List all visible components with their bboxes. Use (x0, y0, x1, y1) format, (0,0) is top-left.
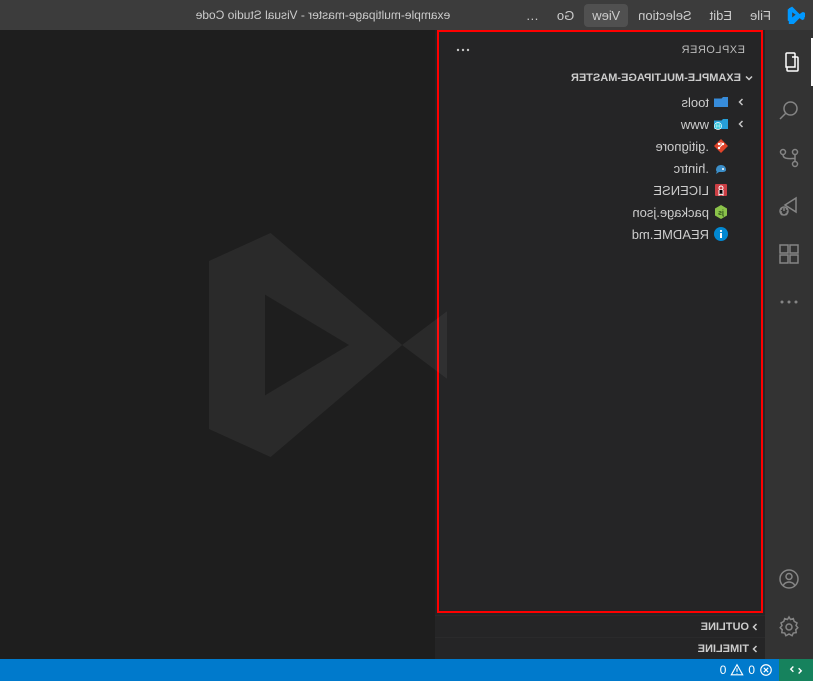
vscode-watermark-icon (195, 205, 475, 485)
extensions-icon (777, 242, 801, 266)
project-name: EXAMPLE-MULTIPAGE-MASTER (571, 72, 741, 84)
nodejs-icon: js (713, 204, 729, 220)
git-icon (713, 138, 729, 154)
editor-area (0, 30, 435, 659)
svg-text:js: js (718, 210, 725, 217)
status-problems[interactable]: 0 0 (714, 659, 779, 681)
source-control-icon (777, 146, 801, 170)
folder-globe-icon (713, 116, 729, 132)
file-tree: tools www .gitignore .h (439, 89, 761, 245)
chevron-right-icon (733, 97, 749, 107)
outline-label: Outline (701, 621, 749, 633)
activity-source-control[interactable] (765, 134, 813, 182)
activity-accounts[interactable] (765, 555, 813, 603)
tree-label: README.md (632, 227, 709, 242)
files-icon (777, 50, 801, 74)
tree-label: tools (682, 95, 709, 110)
project-section-header[interactable]: EXAMPLE-MULTIPAGE-MASTER (439, 67, 761, 89)
chevron-right-icon (749, 621, 761, 633)
status-bar: 0 0 (0, 659, 813, 681)
chevron-down-icon (741, 72, 757, 84)
tree-label: package.json (632, 205, 709, 220)
error-icon (759, 663, 773, 677)
window-title: example-multipage-master - Visual Studio… (128, 8, 518, 22)
remote-icon (789, 663, 803, 677)
chevron-right-icon (749, 643, 761, 655)
menu-edit[interactable]: Edit (702, 4, 740, 27)
timeline-section-header[interactable]: Timeline (435, 637, 765, 659)
ellipsis-icon (455, 42, 471, 58)
activity-settings[interactable] (765, 603, 813, 651)
activity-explorer[interactable] (765, 38, 813, 86)
tree-item-file[interactable]: .hintrc (439, 157, 761, 179)
tree-item-file[interactable]: README.md (439, 223, 761, 245)
title-bar: File Edit Selection View Go … example-mu… (0, 0, 813, 30)
menu-bar: File Edit Selection View Go … (518, 4, 779, 27)
explorer-panel: Explorer EXAMPLE-MULTIPAGE-MASTER tools (437, 30, 763, 613)
vscode-logo-icon (787, 6, 805, 24)
activity-run-debug[interactable] (765, 182, 813, 230)
hint-icon (713, 160, 729, 176)
tree-item-file[interactable]: .gitignore (439, 135, 761, 157)
explorer-more-button[interactable] (455, 42, 471, 58)
menu-view[interactable]: View (584, 4, 628, 27)
status-warnings-count: 0 (720, 663, 727, 677)
main-area: Explorer EXAMPLE-MULTIPAGE-MASTER tools (0, 30, 813, 659)
activity-bar (765, 30, 813, 659)
status-errors-count: 0 (748, 663, 755, 677)
chevron-right-icon (733, 119, 749, 129)
info-icon (713, 226, 729, 242)
tree-item-file[interactable]: LICENSE (439, 179, 761, 201)
activity-bottom (765, 555, 813, 651)
menu-more[interactable]: … (518, 4, 547, 27)
ellipsis-icon (777, 290, 801, 314)
activity-search[interactable] (765, 86, 813, 134)
tree-item-file[interactable]: js package.json (439, 201, 761, 223)
folder-icon (713, 94, 729, 110)
warning-icon (730, 663, 744, 677)
menu-go[interactable]: Go (549, 4, 582, 27)
explorer-title: Explorer (681, 44, 745, 56)
activity-more[interactable] (765, 278, 813, 326)
account-icon (777, 567, 801, 591)
sidebar-header: Explorer (439, 32, 761, 67)
tree-label: .gitignore (656, 139, 709, 154)
search-icon (777, 98, 801, 122)
menu-selection[interactable]: Selection (630, 4, 699, 27)
tree-item-folder[interactable]: tools (439, 91, 761, 113)
tree-label: www (681, 117, 709, 132)
debug-icon (777, 194, 801, 218)
menu-file[interactable]: File (742, 4, 779, 27)
outline-section-header[interactable]: Outline (435, 615, 765, 637)
license-icon (713, 182, 729, 198)
tree-item-folder[interactable]: www (439, 113, 761, 135)
tree-label: .hintrc (674, 161, 709, 176)
sidebar: Explorer EXAMPLE-MULTIPAGE-MASTER tools (435, 30, 765, 659)
gear-icon (777, 615, 801, 639)
timeline-label: Timeline (698, 643, 749, 655)
status-remote-button[interactable] (779, 659, 813, 681)
tree-label: LICENSE (653, 183, 709, 198)
activity-extensions[interactable] (765, 230, 813, 278)
